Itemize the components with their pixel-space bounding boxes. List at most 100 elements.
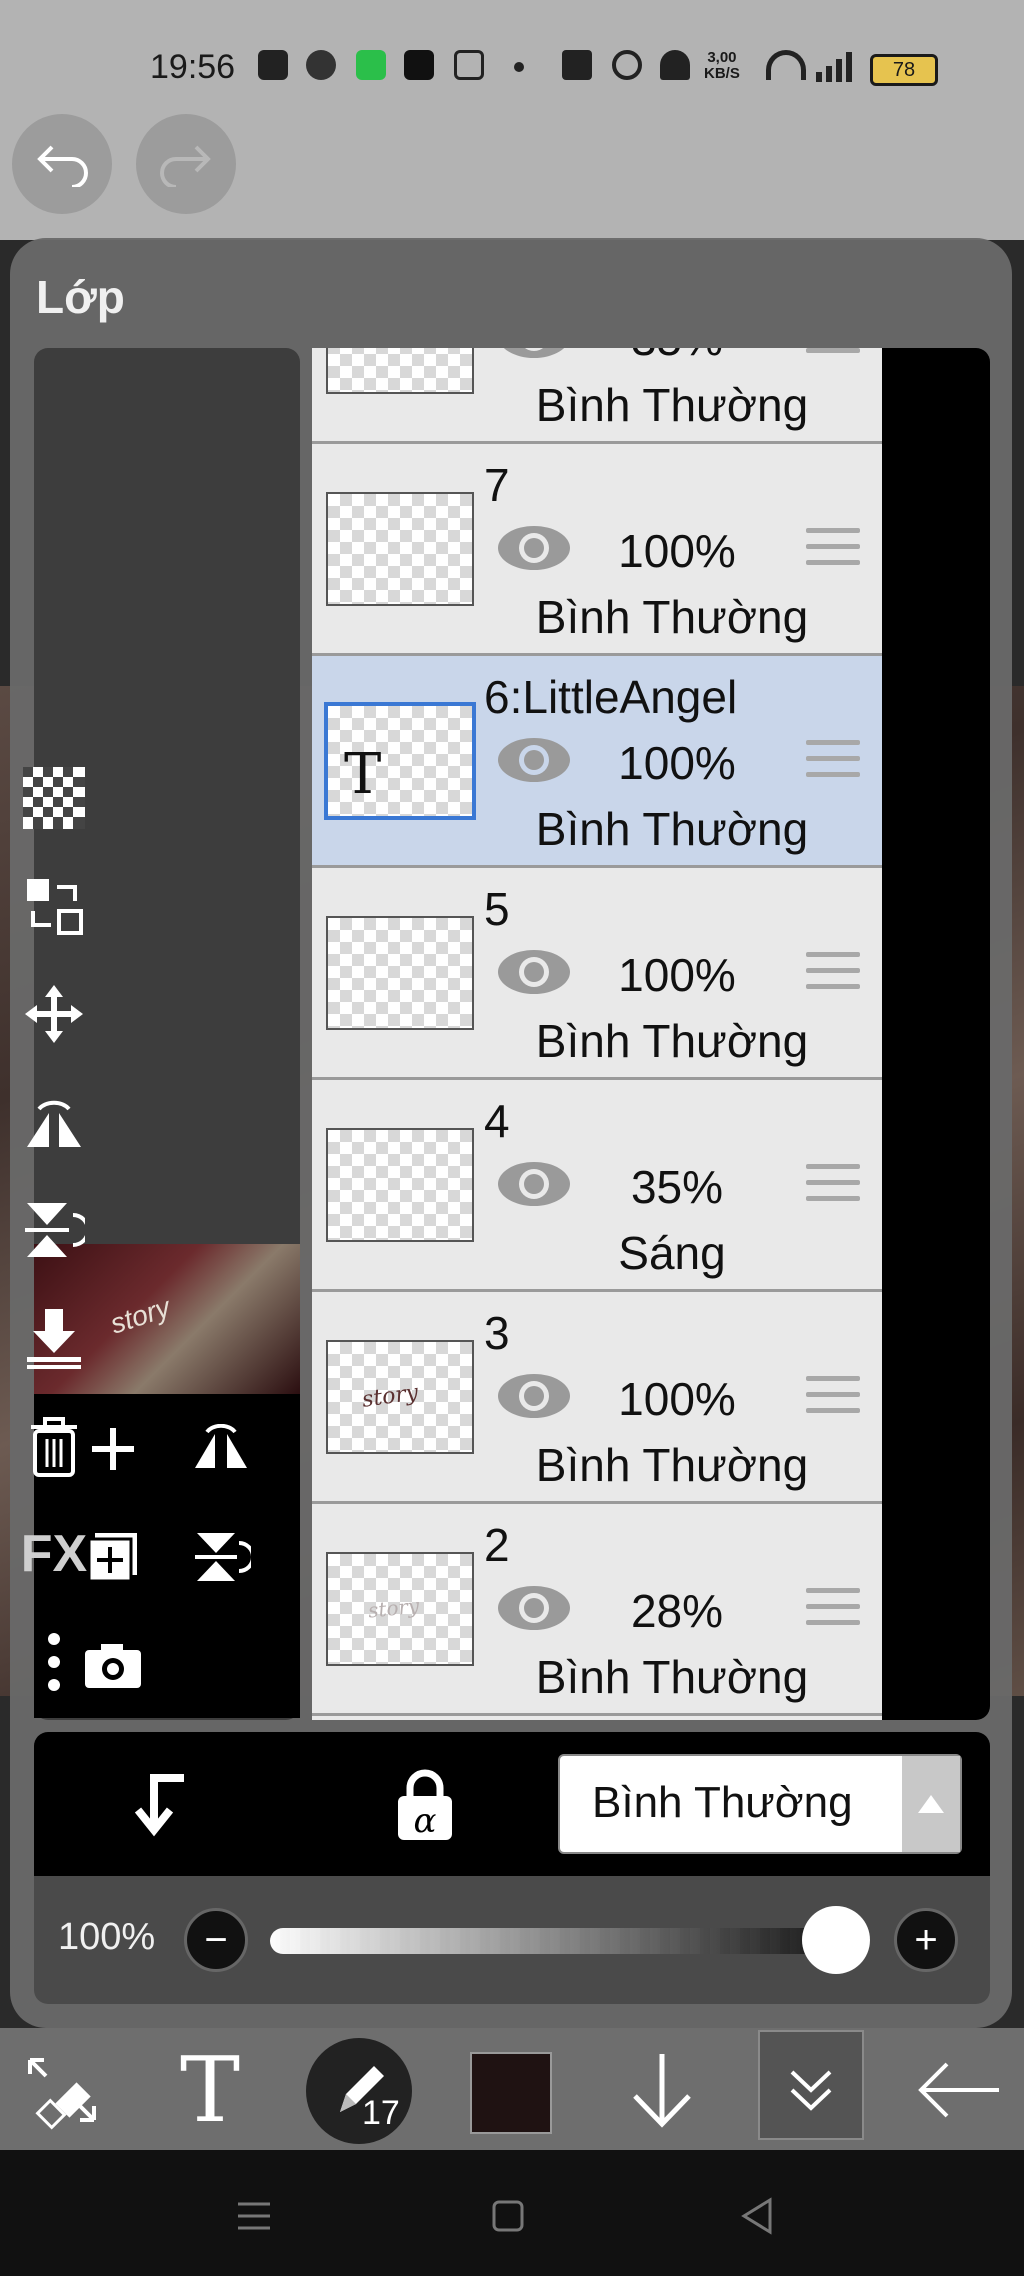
flip-horizontal-tool[interactable] xyxy=(20,1088,88,1156)
visibility-eye-icon[interactable] xyxy=(496,1370,572,1422)
tiktok-icon xyxy=(404,50,434,80)
swap-icon xyxy=(27,879,83,935)
drag-handle-icon[interactable] xyxy=(806,740,860,786)
color-swatch[interactable] xyxy=(470,2052,552,2134)
camera-button[interactable] xyxy=(78,1630,148,1700)
layer-thumbnail xyxy=(326,1128,474,1242)
signal-icon xyxy=(816,52,856,82)
layer-name: 2 xyxy=(484,1519,510,1571)
layer-thumbnail xyxy=(326,492,474,606)
layer-blend-mode: Bình Thường xyxy=(535,591,809,643)
panel-title: Lớp xyxy=(36,271,125,323)
drag-handle-icon[interactable] xyxy=(806,348,860,362)
layer-name: 6:LittleAngel xyxy=(484,671,738,723)
blend-dropdown-button[interactable] xyxy=(902,1756,960,1852)
text-layer-icon: T xyxy=(344,742,382,807)
layer-opacity: 35% xyxy=(602,348,752,366)
layer-swap-button[interactable] xyxy=(20,872,88,940)
gmail-icon xyxy=(454,50,484,80)
transform-tool-button[interactable] xyxy=(12,2040,112,2140)
layer-list: 35% Bình Thường 7 100% Bình Thường T 6:L… xyxy=(312,348,882,1720)
brush-size-value: 17 xyxy=(362,2094,400,2132)
layer-row[interactable]: 7 100% Bình Thường xyxy=(312,444,882,656)
opacity-slider[interactable] xyxy=(270,1928,870,1954)
flip-horizontal-button[interactable] xyxy=(186,1414,256,1484)
layer-row-selected[interactable]: T 6:LittleAngel 100% Bình Thường xyxy=(312,656,882,868)
text-tool-button[interactable]: T xyxy=(160,2038,260,2143)
menu-icon xyxy=(238,2202,270,2230)
flip-vertical-tool[interactable] xyxy=(20,1196,88,1264)
move-icon xyxy=(25,985,83,1043)
layer-row[interactable]: story 2 28% Bình Thường xyxy=(312,1504,882,1716)
network-speed: 3,00 KB/S xyxy=(704,49,740,82)
layer-opacity: 100% xyxy=(618,1373,736,1425)
fx-button[interactable]: FX xyxy=(20,1520,88,1588)
layer-row[interactable]: 35% Bình Thường xyxy=(312,348,882,444)
back-arrow-button[interactable] xyxy=(910,2040,1010,2140)
merge-down-button[interactable] xyxy=(20,1304,88,1372)
layer-row[interactable]: story 3 100% Bình Thường xyxy=(312,1292,882,1504)
clipping-button[interactable] xyxy=(130,1768,200,1843)
flip-vertical-icon xyxy=(195,1533,251,1581)
duplicate-layer-button[interactable] xyxy=(78,1522,148,1592)
trash-icon xyxy=(31,1417,77,1477)
transform-eraser-icon xyxy=(28,2058,96,2130)
layer-row[interactable]: 4 35% Sáng xyxy=(312,1080,882,1292)
move-button[interactable] xyxy=(20,980,88,1048)
alpha-lock-button[interactable]: α xyxy=(390,1768,460,1847)
triangle-back-icon xyxy=(741,2197,772,2235)
layer-blend-mode: Sáng xyxy=(618,1227,726,1279)
flip-horizontal-icon xyxy=(195,1424,247,1468)
opacity-plus-button[interactable]: + xyxy=(894,1908,958,1972)
flip-horizontal-icon xyxy=(27,1100,81,1147)
more-notifications-icon xyxy=(514,62,524,72)
layer-blend-mode: Bình Thường xyxy=(535,1015,809,1067)
scroll-down-button[interactable] xyxy=(612,2040,712,2140)
transparency-button[interactable] xyxy=(20,764,88,832)
store-icon xyxy=(356,50,386,80)
layer-blend-mode: Bình Thường xyxy=(535,1651,809,1703)
visibility-eye-icon[interactable] xyxy=(496,348,572,362)
layer-name: 7 xyxy=(484,459,510,511)
layer-opacity: 35% xyxy=(630,1161,724,1213)
chevron-double-down-icon xyxy=(790,2070,832,2111)
layer-row[interactable]: 5 100% Bình Thường xyxy=(312,868,882,1080)
camera-icon xyxy=(85,1644,141,1688)
drag-handle-icon[interactable] xyxy=(806,1376,860,1422)
home-button[interactable] xyxy=(488,2196,528,2241)
download-icon xyxy=(27,1309,81,1369)
opacity-slider-knob[interactable] xyxy=(802,1906,870,1974)
arrow-left-icon xyxy=(918,2062,999,2118)
drag-handle-icon[interactable] xyxy=(806,952,860,998)
undo-button[interactable] xyxy=(12,114,112,214)
visibility-eye-icon[interactable] xyxy=(496,1158,572,1210)
add-layer-button[interactable] xyxy=(78,1414,148,1484)
alarm-icon xyxy=(612,50,642,80)
layer-tools-column xyxy=(882,348,990,1720)
recent-apps-button[interactable] xyxy=(234,2196,274,2241)
layer-blend-mode: Bình Thường xyxy=(535,379,809,431)
triangle-up-icon xyxy=(918,1795,944,1813)
visibility-eye-icon[interactable] xyxy=(496,1582,572,1634)
layer-opacity: 28% xyxy=(630,1585,724,1637)
delete-layer-button[interactable] xyxy=(20,1412,88,1480)
drag-handle-icon[interactable] xyxy=(806,1588,860,1634)
layer-name: 5 xyxy=(484,883,510,935)
collapse-panel-button[interactable] xyxy=(758,2030,864,2140)
home-square-icon xyxy=(492,2200,524,2232)
layer-thumbnail xyxy=(326,916,474,1030)
opacity-minus-button[interactable]: − xyxy=(184,1908,248,1972)
visibility-eye-icon[interactable] xyxy=(496,946,572,998)
drag-handle-icon[interactable] xyxy=(806,1164,860,1210)
layer-blend-mode: Bình Thường xyxy=(535,803,809,855)
visibility-eye-icon[interactable] xyxy=(496,734,572,786)
layer-name: 4 xyxy=(484,1095,510,1147)
drag-handle-icon[interactable] xyxy=(806,528,860,574)
undo-icon xyxy=(37,145,88,187)
flip-vertical-button[interactable] xyxy=(186,1522,256,1592)
visibility-eye-icon[interactable] xyxy=(496,522,572,574)
redo-button[interactable] xyxy=(136,114,236,214)
more-options-button[interactable] xyxy=(20,1628,88,1696)
plus-icon xyxy=(92,1428,134,1470)
system-back-button[interactable] xyxy=(738,2196,778,2241)
